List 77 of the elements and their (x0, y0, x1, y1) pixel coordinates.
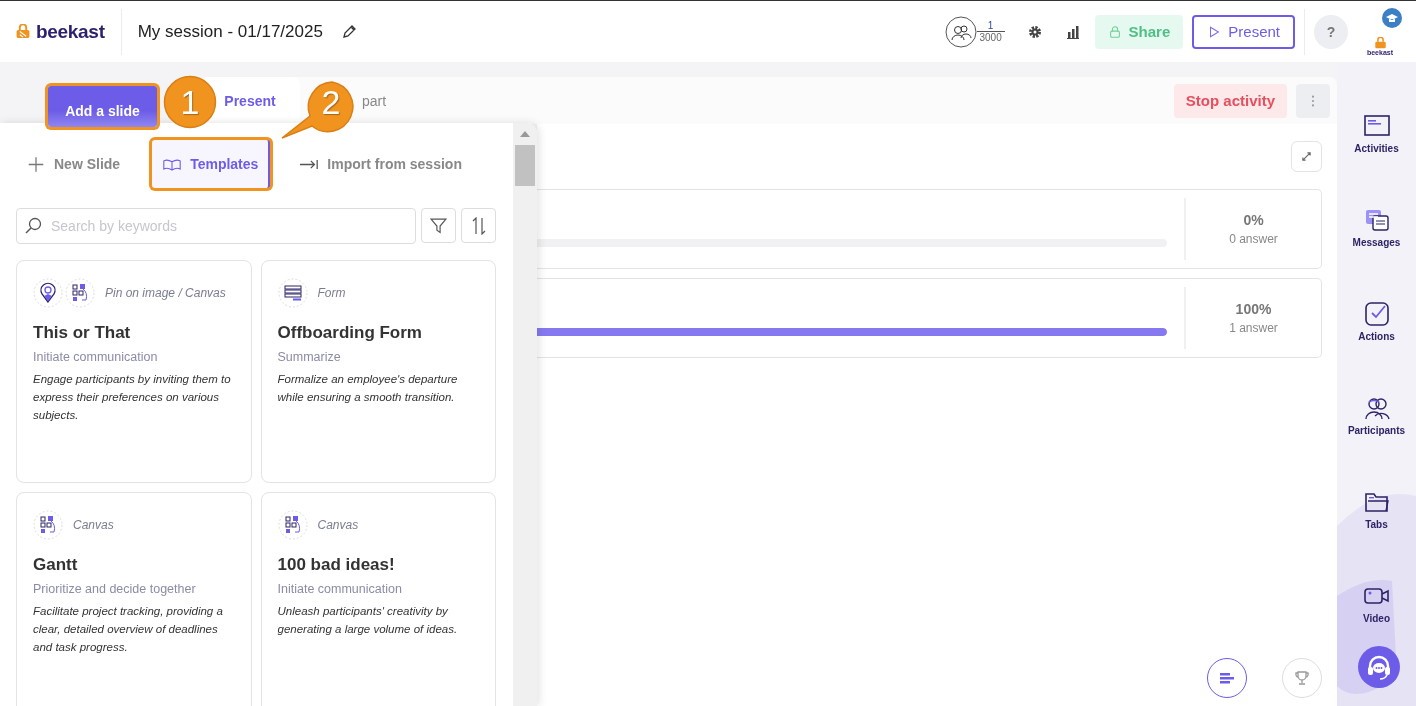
sidebar-item[interactable]: Video (1337, 580, 1416, 628)
mode-tab[interactable]: New Slide (16, 140, 131, 188)
list-icon (1219, 672, 1235, 684)
answer-count: 0 answer (1229, 232, 1278, 246)
participant-capacity: 3000 (979, 32, 1002, 43)
expand-icon (1301, 151, 1312, 162)
filter-icon (430, 217, 447, 234)
scroll-up-icon[interactable] (520, 131, 530, 137)
percent-value: 100% (1235, 301, 1272, 317)
participants-icon (944, 15, 977, 48)
form-icon (277, 278, 308, 308)
scrollbar[interactable] (513, 123, 537, 706)
template-category: Canvas (317, 518, 359, 532)
template-subtitle: Prioritize and decide together (33, 582, 197, 596)
template-subtitle: Initiate communication (33, 350, 159, 364)
sidebar-item[interactable]: Activities (1337, 110, 1416, 158)
add-slide-button[interactable]: Add a slide (48, 86, 157, 127)
folder-icon (1362, 490, 1391, 514)
filter-button[interactable] (421, 208, 456, 243)
template-category: Form (317, 286, 346, 300)
pencil-icon[interactable] (340, 23, 357, 40)
percent-value: 0% (1243, 212, 1264, 228)
template-title: Offboarding Form (277, 323, 423, 343)
sidebar-item[interactable]: Actions (1337, 298, 1416, 346)
vertical-dots-icon (1311, 93, 1315, 108)
mode-tab[interactable]: Import from session (289, 140, 472, 188)
template-card[interactable]: Canvas 100 bad ideas! Initiate communication Unleash participants' creativity by generating a large volume of ideas. (260, 492, 496, 706)
template-description: Facilitate project tracking, providing a clear, detailed overview of deadlines and task progress. (33, 604, 224, 655)
template-category: Pin on image / Canvas (105, 286, 226, 300)
sort-button[interactable] (461, 208, 496, 243)
template-title: Gantt (33, 555, 79, 575)
plus-icon (26, 156, 46, 172)
mode-tab[interactable]: Templates (152, 140, 271, 188)
bar-chart-icon[interactable] (1064, 23, 1081, 40)
window-icon (1362, 114, 1391, 138)
sidebar-item[interactable]: Participants (1337, 392, 1416, 440)
expand-button[interactable] (1291, 141, 1322, 172)
grid-icon (33, 510, 63, 540)
template-description: Unleash participants' creativity by generating a large volume of ideas. (277, 604, 459, 637)
map-pin-icon (33, 278, 63, 308)
search-field[interactable]: Search by keywords (16, 208, 416, 244)
scrollbar-thumb[interactable] (515, 145, 535, 186)
template-card[interactable]: Form Offboarding Form Summarize Formalize an employee's departure while ensuring a smooth transition. (260, 260, 496, 483)
answer-count: 1 answer (1229, 321, 1278, 335)
template-card[interactable]: Pin on image / Canvas This or That Initiate communication Engage participants by inviting them to express their preferences on various subjects. (16, 260, 252, 483)
grid-icon (277, 510, 308, 540)
lock-icon (1107, 24, 1122, 39)
template-subtitle: Summarize (277, 350, 342, 364)
template-description: Engage participants by inviting them to express their preferences on various subjects. (33, 372, 232, 423)
sidebar-item[interactable]: Tabs (1337, 486, 1416, 534)
search-icon (24, 217, 42, 235)
trophy-icon (1294, 670, 1310, 686)
session-title: My session - 01/17/2025 (137, 21, 323, 42)
participant-count: 1 (976, 20, 1005, 32)
graduation-cap-icon (1382, 7, 1402, 28)
template-subtitle: Initiate communication (277, 582, 403, 596)
logo-icon (15, 24, 31, 39)
present-button[interactable]: Present (1192, 14, 1295, 49)
sidebar-item[interactable]: Messages (1337, 204, 1416, 252)
sort-icon (470, 216, 487, 235)
beekast-logo[interactable]: beekast (15, 20, 105, 43)
template-title: 100 bad ideas! (277, 555, 396, 575)
checkbox-icon (1362, 302, 1391, 326)
settings-icon[interactable] (1026, 23, 1043, 40)
grid-icon (65, 278, 95, 308)
play-icon (1207, 24, 1222, 39)
help-button[interactable]: ? (1314, 14, 1348, 49)
template-card[interactable]: Canvas Gantt Prioritize and decide together Facilitate project tracking, providing a clear, detailed overview of deadlines and task progress. (16, 492, 252, 706)
list-view-button[interactable] (1207, 658, 1247, 698)
template-description: Formalize an employee's departure while ensuring a smooth transition. (277, 372, 459, 405)
trophy-button[interactable] (1282, 658, 1322, 698)
logo-icon (1373, 36, 1387, 49)
template-category: Canvas (73, 518, 114, 532)
participant-counter[interactable]: 1 3000 (944, 15, 1005, 48)
people-icon (1362, 396, 1391, 420)
step-number-tooltip: 1 (163, 75, 217, 129)
template-title: This or That (33, 323, 132, 343)
